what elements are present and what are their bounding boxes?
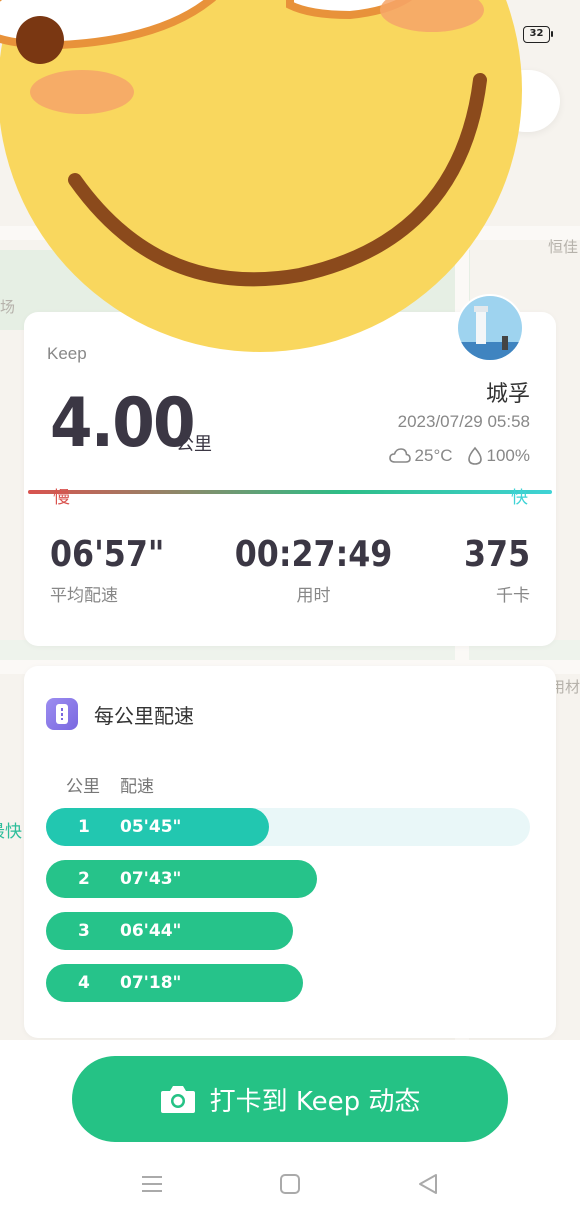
map-label: 恒佳 xyxy=(547,238,578,256)
camera-icon xyxy=(160,1086,195,1113)
pace-card-title: 每公里配速 xyxy=(94,703,194,728)
humidity-drop-icon xyxy=(467,446,482,465)
road-icon xyxy=(46,698,78,730)
column-header-km: 公里 xyxy=(66,777,100,797)
weather-info: 25°C 100% xyxy=(388,446,530,466)
run-summary-card: Keep 4.00 公里 城孚 2023/07/29 05:58 25°C 10… xyxy=(24,294,556,646)
cloud-icon xyxy=(388,448,411,463)
pace-row-km: 2 xyxy=(78,869,90,889)
menu-icon[interactable] xyxy=(138,1170,166,1198)
stat-duration: 00:27:49 用时 xyxy=(224,534,403,606)
back-icon[interactable] xyxy=(414,1170,442,1198)
distance-unit: 公里 xyxy=(176,434,212,455)
pace-row-km: 3 xyxy=(78,921,90,941)
pace-gradient-bar xyxy=(28,490,552,494)
duration-label: 用时 xyxy=(296,586,331,606)
pace-row-km: 4 xyxy=(78,973,90,993)
avg-pace-label: 平均配速 xyxy=(50,586,118,606)
avg-pace-value: 06'57" xyxy=(50,534,165,575)
pace-row-km: 1 xyxy=(78,817,90,837)
share-to-keep-button[interactable]: 打卡到 Keep 动态 xyxy=(72,1056,508,1142)
duration-value: 00:27:49 xyxy=(234,534,393,575)
run-datetime: 2023/07/29 05:58 xyxy=(397,412,530,431)
calories-label: 千卡 xyxy=(496,586,530,606)
stat-avg-pace: 06'57" 平均配速 xyxy=(50,534,180,606)
stat-calories: 375 千卡 xyxy=(455,534,530,606)
pace-row-value: 07'18" xyxy=(120,973,182,993)
slow-label: 慢 xyxy=(53,488,70,508)
pace-per-km-card: 每公里配速 公里 配速 1 05'45" 最快 2 07'43" 3 06'44… xyxy=(0,666,556,1038)
home-icon[interactable] xyxy=(276,1170,304,1198)
pace-row-value: 05'45" xyxy=(120,817,182,837)
fastest-badge: 最快 xyxy=(0,822,22,842)
temperature: 25°C xyxy=(414,446,453,465)
column-header-pace: 配速 xyxy=(120,777,154,797)
calories-value: 375 xyxy=(463,534,530,575)
fast-label: 快 xyxy=(511,488,528,508)
pace-row-value: 07'43" xyxy=(120,869,182,889)
username: 城孚 xyxy=(485,382,530,407)
smirk-emoji-sticker xyxy=(0,0,522,352)
pace-card-header: 每公里配速 xyxy=(46,698,194,730)
distance-value: 4.00 xyxy=(50,384,196,463)
humidity: 100% xyxy=(486,446,530,465)
share-button-label: 打卡到 Keep 动态 xyxy=(209,1086,421,1117)
system-nav-bar xyxy=(0,1170,580,1214)
pace-row-value: 06'44" xyxy=(120,921,182,941)
